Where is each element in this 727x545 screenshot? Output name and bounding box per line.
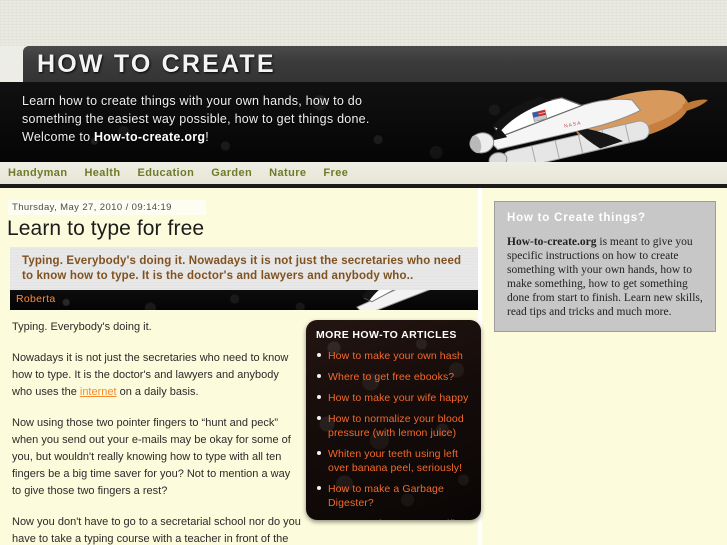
list-item[interactable]: How to make a water purifier? (316, 517, 472, 520)
about-widget: How to Create things? How-to-create.org … (494, 201, 716, 332)
list-item[interactable]: Whiten your teeth using left over banana… (316, 447, 472, 475)
tagline-brand: How-to-create.org (94, 130, 206, 144)
tagline-line-1: Learn how to create things with your own… (22, 94, 363, 108)
post-author-name: Roberta (16, 293, 56, 305)
list-item[interactable]: How to make your own hash (316, 349, 472, 363)
header-top-strip (0, 0, 727, 46)
about-widget-title: How to Create things? (507, 212, 646, 224)
nav-item-handyman[interactable]: Handyman (8, 162, 67, 184)
more-article-link-3[interactable]: How to make your wife happy (328, 392, 468, 404)
post-date: Thursday, May 27, 2010 / 09:14:19 (8, 200, 206, 215)
tagline-welcome-prefix: Welcome to (22, 130, 94, 144)
nav-item-free[interactable]: Free (323, 162, 348, 184)
right-sidebar: How to Create things? How-to-create.org … (482, 188, 727, 545)
link-internet[interactable]: internet (80, 386, 117, 398)
list-item[interactable]: How to make a Garbage Digester? (316, 482, 472, 510)
list-item[interactable]: How to make your wife happy (316, 391, 472, 405)
more-article-link-1[interactable]: How to make your own hash (328, 350, 463, 362)
main-navigation[interactable]: Handyman Health Education Garden Nature Free (0, 162, 727, 184)
site-header: HOW TO CREATE Learn how to create things… (0, 0, 727, 188)
post-paragraph-4: Now you don't have to go to a secretaria… (12, 514, 302, 545)
nav-item-health[interactable]: Health (84, 162, 120, 184)
post-paragraph-3: Now using those two pointer fingers to “… (12, 417, 291, 497)
post-body: Typing. Everybody's doing it. Nowadays i… (12, 319, 302, 545)
more-articles-title: MORE HOW-TO ARTICLES (316, 329, 457, 341)
about-brand: How-to-create.org (507, 236, 597, 248)
more-article-link-4[interactable]: How to normalize your blood pressure (wi… (328, 413, 464, 439)
post-excerpt-text: Typing. Everybody's doing it. Nowadays i… (22, 255, 462, 282)
nav-item-nature[interactable]: Nature (269, 162, 306, 184)
author-strip-shuttle-icon (356, 290, 451, 310)
logo-bar: HOW TO CREATE (23, 46, 727, 82)
about-widget-text: How-to-create.org is meant to give you s… (507, 235, 704, 319)
more-article-link-6[interactable]: How to make a Garbage Digester? (328, 483, 444, 509)
list-item[interactable]: Where to get free ebooks? (316, 370, 472, 384)
site-tagline: Learn how to create things with your own… (22, 92, 452, 146)
list-item[interactable]: How to normalize your blood pressure (wi… (316, 412, 472, 440)
about-body-text: is meant to give you specific instructio… (507, 236, 703, 318)
space-shuttle-image: NASA (469, 90, 708, 162)
more-articles-box: MORE HOW-TO ARTICLES How to make your ow… (306, 320, 481, 520)
post-excerpt-box: Typing. Everybody's doing it. Nowadays i… (10, 247, 478, 292)
header-banner: Learn how to create things with your own… (0, 82, 727, 162)
more-article-link-2[interactable]: Where to get free ebooks? (328, 371, 454, 383)
p2-text-b: on a daily basis. (116, 386, 199, 398)
site-title: HOW TO CREATE (37, 50, 276, 78)
more-article-link-7[interactable]: How to make a water purifier? (328, 518, 470, 520)
post-paragraph-1: Typing. Everybody's doing it. (12, 321, 152, 333)
p4-text-a: Now you don't have to go to a secretaria… (12, 516, 301, 545)
tagline-line-2: something the easiest way possible, how … (22, 112, 370, 126)
more-article-link-5[interactable]: Whiten your teeth using left over banana… (328, 448, 462, 474)
more-articles-list: How to make your own hash Where to get f… (316, 349, 472, 520)
post-author-strip: Roberta (10, 290, 478, 310)
tagline-welcome-suffix: ! (205, 130, 209, 144)
nav-item-education[interactable]: Education (137, 162, 194, 184)
post-title: Learn to type for free (7, 217, 205, 240)
nav-item-garden[interactable]: Garden (211, 162, 252, 184)
post-paragraph-2: Nowadays it is not just the secretaries … (12, 350, 302, 401)
